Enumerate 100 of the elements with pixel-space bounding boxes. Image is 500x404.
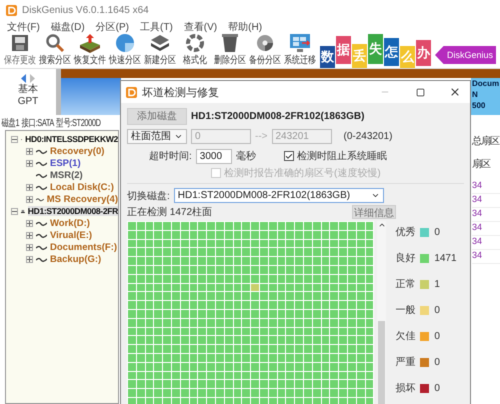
expand-toggle[interactable]: [26, 220, 33, 226]
partition-block[interactable]: Docum N 500: [471, 78, 500, 115]
partition-node[interactable]: Recovery(0): [50, 146, 104, 156]
partition-icon: [36, 184, 47, 190]
dialog-title: 坏道检测与修复: [142, 86, 220, 100]
close-icon: [449, 86, 461, 98]
banner-tile: 失: [368, 34, 383, 64]
menu-item[interactable]: 查看(V): [184, 20, 218, 34]
checkbox-option[interactable]: 检测时阻止系统睡眠: [284, 149, 387, 163]
toolbar-button[interactable]: 删除分区: [213, 33, 247, 68]
monitor-icon: [289, 33, 311, 53]
partition-icon: [36, 172, 47, 178]
partition-icon: [36, 232, 47, 238]
table-cell: 34: [472, 208, 500, 222]
collapse-toggle[interactable]: [11, 136, 18, 142]
legend-count: 0: [434, 330, 440, 342]
table-cell: 34: [472, 194, 500, 208]
legend-count: 1: [434, 278, 440, 290]
timeout-label: 超时时间:: [149, 150, 192, 163]
toolbar-button[interactable]: 系统迁移: [283, 33, 317, 68]
app-logo-icon: [6, 4, 17, 16]
expand-toggle[interactable]: [26, 232, 33, 238]
legend-count: 0: [434, 304, 440, 316]
menu-item[interactable]: 文件(F): [7, 20, 40, 34]
legend-label: 优秀: [395, 226, 416, 239]
toolbar-button[interactable]: 备份分区: [248, 33, 282, 68]
expand-toggle[interactable]: [26, 160, 33, 166]
scrollbar[interactable]: [377, 221, 386, 404]
timeout-field[interactable]: 3000: [196, 148, 232, 164]
partition-icon: [36, 244, 47, 250]
toolbar-button[interactable]: 新建分区: [143, 33, 177, 68]
layers-icon: [150, 33, 170, 53]
trash-bin-icon: [220, 33, 240, 53]
legend-label: 欠佳: [395, 330, 416, 343]
menu-item[interactable]: 分区(P): [96, 20, 130, 34]
partition-node[interactable]: Backup(G:): [50, 254, 102, 264]
disk-info-text: 型号:ST2000D: [56, 116, 101, 130]
partition-node[interactable]: MS Recovery(4): [46, 194, 118, 204]
switch-disk-label: 切换磁盘:: [127, 190, 170, 202]
menu-item[interactable]: 帮助(H): [228, 20, 262, 34]
partition-node[interactable]: MSR(2): [50, 170, 83, 180]
ring-icon: [185, 33, 205, 53]
legend-label: 一般: [395, 304, 416, 317]
column-header: 总扇区: [472, 134, 500, 149]
range-select[interactable]: 柱面范围: [127, 128, 187, 144]
disk-select[interactable]: HD1:ST2000DM008-2FR102(1863GB): [174, 188, 384, 203]
table-cell: 34: [472, 236, 500, 250]
banner-tile: 怎: [384, 38, 399, 66]
toolbar-button[interactable]: 恢复文件: [73, 33, 107, 68]
app-logo-icon: [126, 86, 137, 98]
disk-info-text: 磁盘1: [1, 116, 20, 130]
legend-label: 良好: [395, 252, 416, 265]
pie-disk-icon: [255, 33, 275, 53]
expand-toggle[interactable]: [26, 148, 33, 154]
maximize-icon: [416, 88, 424, 96]
expand-toggle[interactable]: [26, 184, 33, 190]
partition-node[interactable]: ESP(1): [50, 158, 81, 168]
chevron-down-icon: [370, 191, 380, 200]
legend-count: 1471: [434, 252, 457, 264]
partition-node[interactable]: Virual(E:): [50, 230, 92, 240]
disk-save-icon: [10, 33, 30, 53]
search-icon: [45, 33, 65, 53]
partition-node[interactable]: Work(D:): [50, 218, 90, 228]
disk-type-label: GPT: [18, 96, 38, 107]
range-hint: (0-243201): [344, 130, 392, 142]
banner-tile: 据: [336, 36, 351, 64]
partition-icon: [36, 196, 44, 202]
menu-item[interactable]: 工具(T): [140, 20, 173, 34]
disk-type-label: 基本: [18, 84, 38, 95]
expand-toggle[interactable]: [26, 256, 33, 262]
window-title: DiskGenius V6.0.1.1645 x64: [22, 4, 149, 16]
banner-tile: 办: [416, 40, 431, 66]
collapse-toggle[interactable]: [11, 208, 18, 214]
box-arrow-icon: [79, 33, 101, 53]
toolbar-button[interactable]: 格式化: [178, 33, 212, 68]
toolbar-button[interactable]: 搜索分区: [38, 33, 72, 68]
partition-icon: [36, 256, 47, 262]
disk-name: HD1:ST2000DM008-2FR102(1863GB): [191, 110, 364, 122]
banner-tile: 丢: [352, 44, 367, 68]
legend-count: 0: [434, 226, 440, 238]
range-arrow: -->: [255, 130, 268, 142]
disk-node[interactable]: HD0:INTELSSDPEKKW2: [25, 134, 118, 144]
partition-icon: [36, 160, 47, 166]
left-right-arrows-icon[interactable]: [20, 74, 36, 83]
legend-count: 0: [434, 356, 440, 368]
ad-banner[interactable]: 数 据 丢 失 怎 么 办 DiskGenius: [320, 34, 496, 68]
toolbar-button[interactable]: 快速分区: [108, 33, 142, 68]
checkbox[interactable]: [284, 151, 294, 161]
menu-item[interactable]: 磁盘(D): [50, 20, 85, 34]
scan-status: 正在检测 1472柱面: [127, 206, 212, 218]
column-header: 扇区: [472, 158, 492, 172]
partition-node[interactable]: Local Disk(C:): [50, 182, 114, 192]
legend-label: 正常: [395, 278, 416, 291]
expand-toggle[interactable]: [26, 196, 33, 202]
scroll-up-icon[interactable]: [378, 221, 386, 229]
expand-toggle[interactable]: [26, 244, 33, 250]
table-cell: 34: [472, 222, 500, 236]
disk-info-text: 接口:SATA: [22, 116, 54, 130]
timeout-unit: 毫秒: [236, 150, 256, 163]
partition-node[interactable]: Documents(F:): [50, 242, 118, 252]
